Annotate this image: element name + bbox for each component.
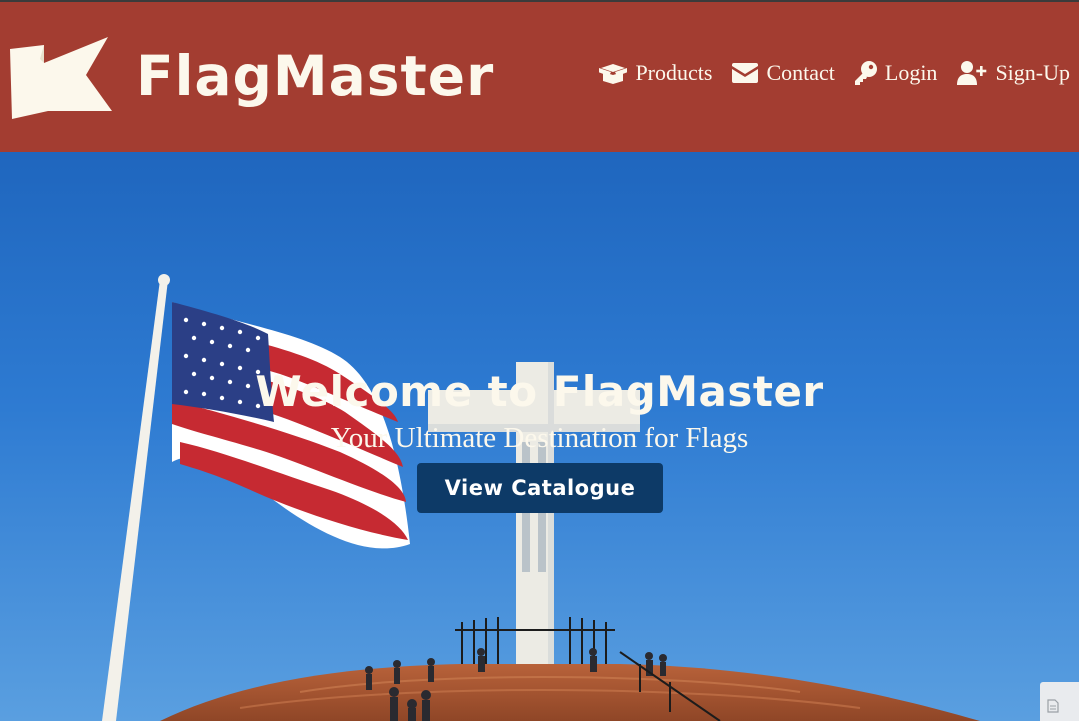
nav-signup[interactable]: Sign-Up [957, 60, 1070, 86]
main-nav: Products Contact Login Sign-Up [599, 54, 1070, 92]
nav-contact-label: Contact [766, 60, 835, 85]
brand-name: FlagMaster [136, 43, 495, 108]
nav-products-label: Products [635, 60, 713, 85]
nav-login-label: Login [884, 60, 938, 85]
nav-login[interactable]: Login [854, 60, 938, 86]
nav-contact[interactable]: Contact [732, 60, 835, 86]
view-catalogue-button[interactable]: View Catalogue [417, 463, 663, 513]
hero-title: Welcome to FlagMaster [255, 367, 824, 416]
nav-products[interactable]: Products [599, 60, 712, 86]
corner-widget[interactable] [1040, 682, 1079, 721]
box-open-icon [599, 64, 628, 84]
flag-icon [10, 37, 112, 119]
key-icon [854, 61, 877, 85]
document-icon [1047, 699, 1059, 713]
envelope-icon [732, 63, 759, 83]
navbar: FlagMaster Products Contact Login Sign-U… [0, 2, 1079, 152]
brand-link[interactable]: FlagMaster [10, 36, 494, 120]
hero-section: Welcome to FlagMaster Your Ultimate Dest… [0, 152, 1079, 721]
user-plus-icon [957, 61, 987, 85]
hero-subtitle: Your Ultimate Destination for Flags [330, 422, 749, 454]
nav-signup-label: Sign-Up [995, 60, 1070, 85]
